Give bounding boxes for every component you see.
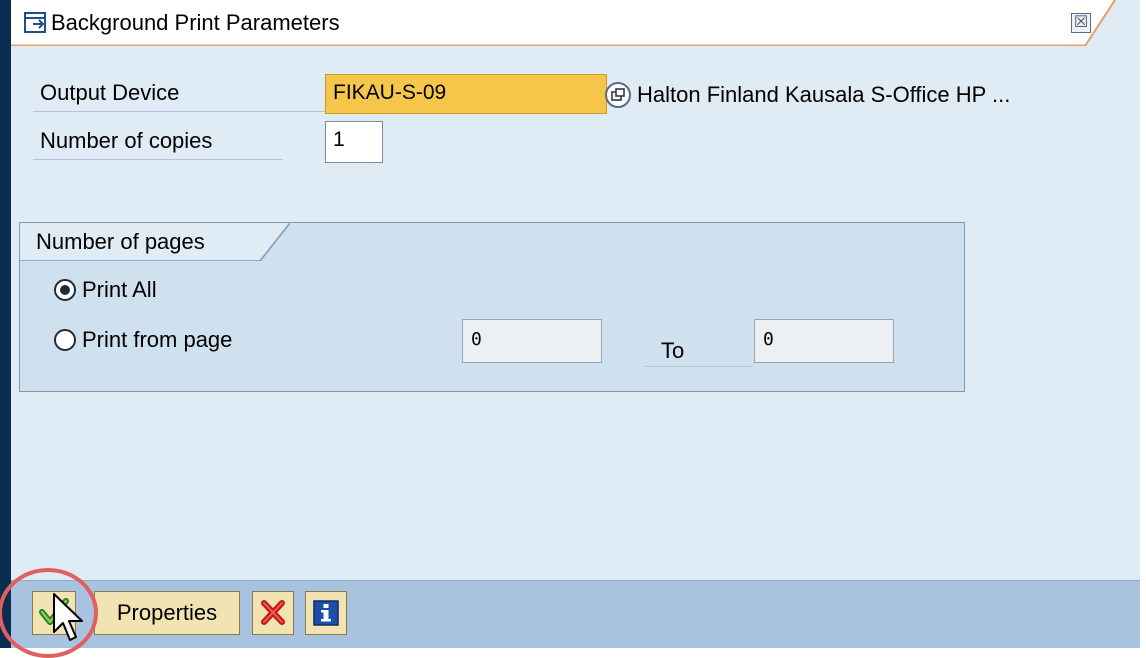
copies-input[interactable]: 1	[325, 121, 383, 163]
bottom-toolbar: Properties	[11, 580, 1140, 648]
cancel-button[interactable]	[252, 591, 294, 635]
mouse-pointer-icon	[53, 593, 83, 641]
number-of-pages-group: Number of pages Print All Print from pag…	[19, 222, 965, 392]
output-device-input[interactable]: FIKAU-S-09	[325, 74, 607, 114]
dialog-content: Output Device FIKAU-S-09 Halton Finland …	[11, 46, 1140, 580]
copies-label: Number of copies	[33, 122, 283, 160]
print-parameters-dialog: Background Print Parameters ☒ Output Dev…	[0, 0, 1140, 658]
to-label: To	[644, 331, 752, 367]
properties-button[interactable]: Properties	[94, 591, 240, 635]
print-from-page-label[interactable]: Print from page	[82, 327, 232, 353]
group-title: Number of pages	[36, 229, 205, 254]
information-button[interactable]	[305, 591, 347, 635]
output-device-description: Halton Finland Kausala S-Office HP ...	[637, 82, 1011, 107]
print-all-label[interactable]: Print All	[82, 277, 157, 303]
cancel-x-icon	[261, 600, 285, 625]
print-all-radio[interactable]	[54, 279, 76, 301]
dialog-title: Background Print Parameters	[51, 10, 340, 35]
possible-entries-icon[interactable]	[605, 82, 631, 108]
print-from-page-radio[interactable]	[54, 329, 76, 351]
from-page-input[interactable]: 0	[462, 319, 602, 363]
info-icon	[313, 600, 339, 626]
popup-window-icon	[24, 12, 46, 33]
close-button[interactable]: ☒	[1071, 13, 1091, 33]
output-device-label: Output Device	[33, 74, 325, 112]
to-page-input[interactable]: 0	[754, 319, 894, 363]
window-left-edge	[0, 0, 11, 648]
title-bar[interactable]: Background Print Parameters ☒	[11, 0, 1140, 46]
